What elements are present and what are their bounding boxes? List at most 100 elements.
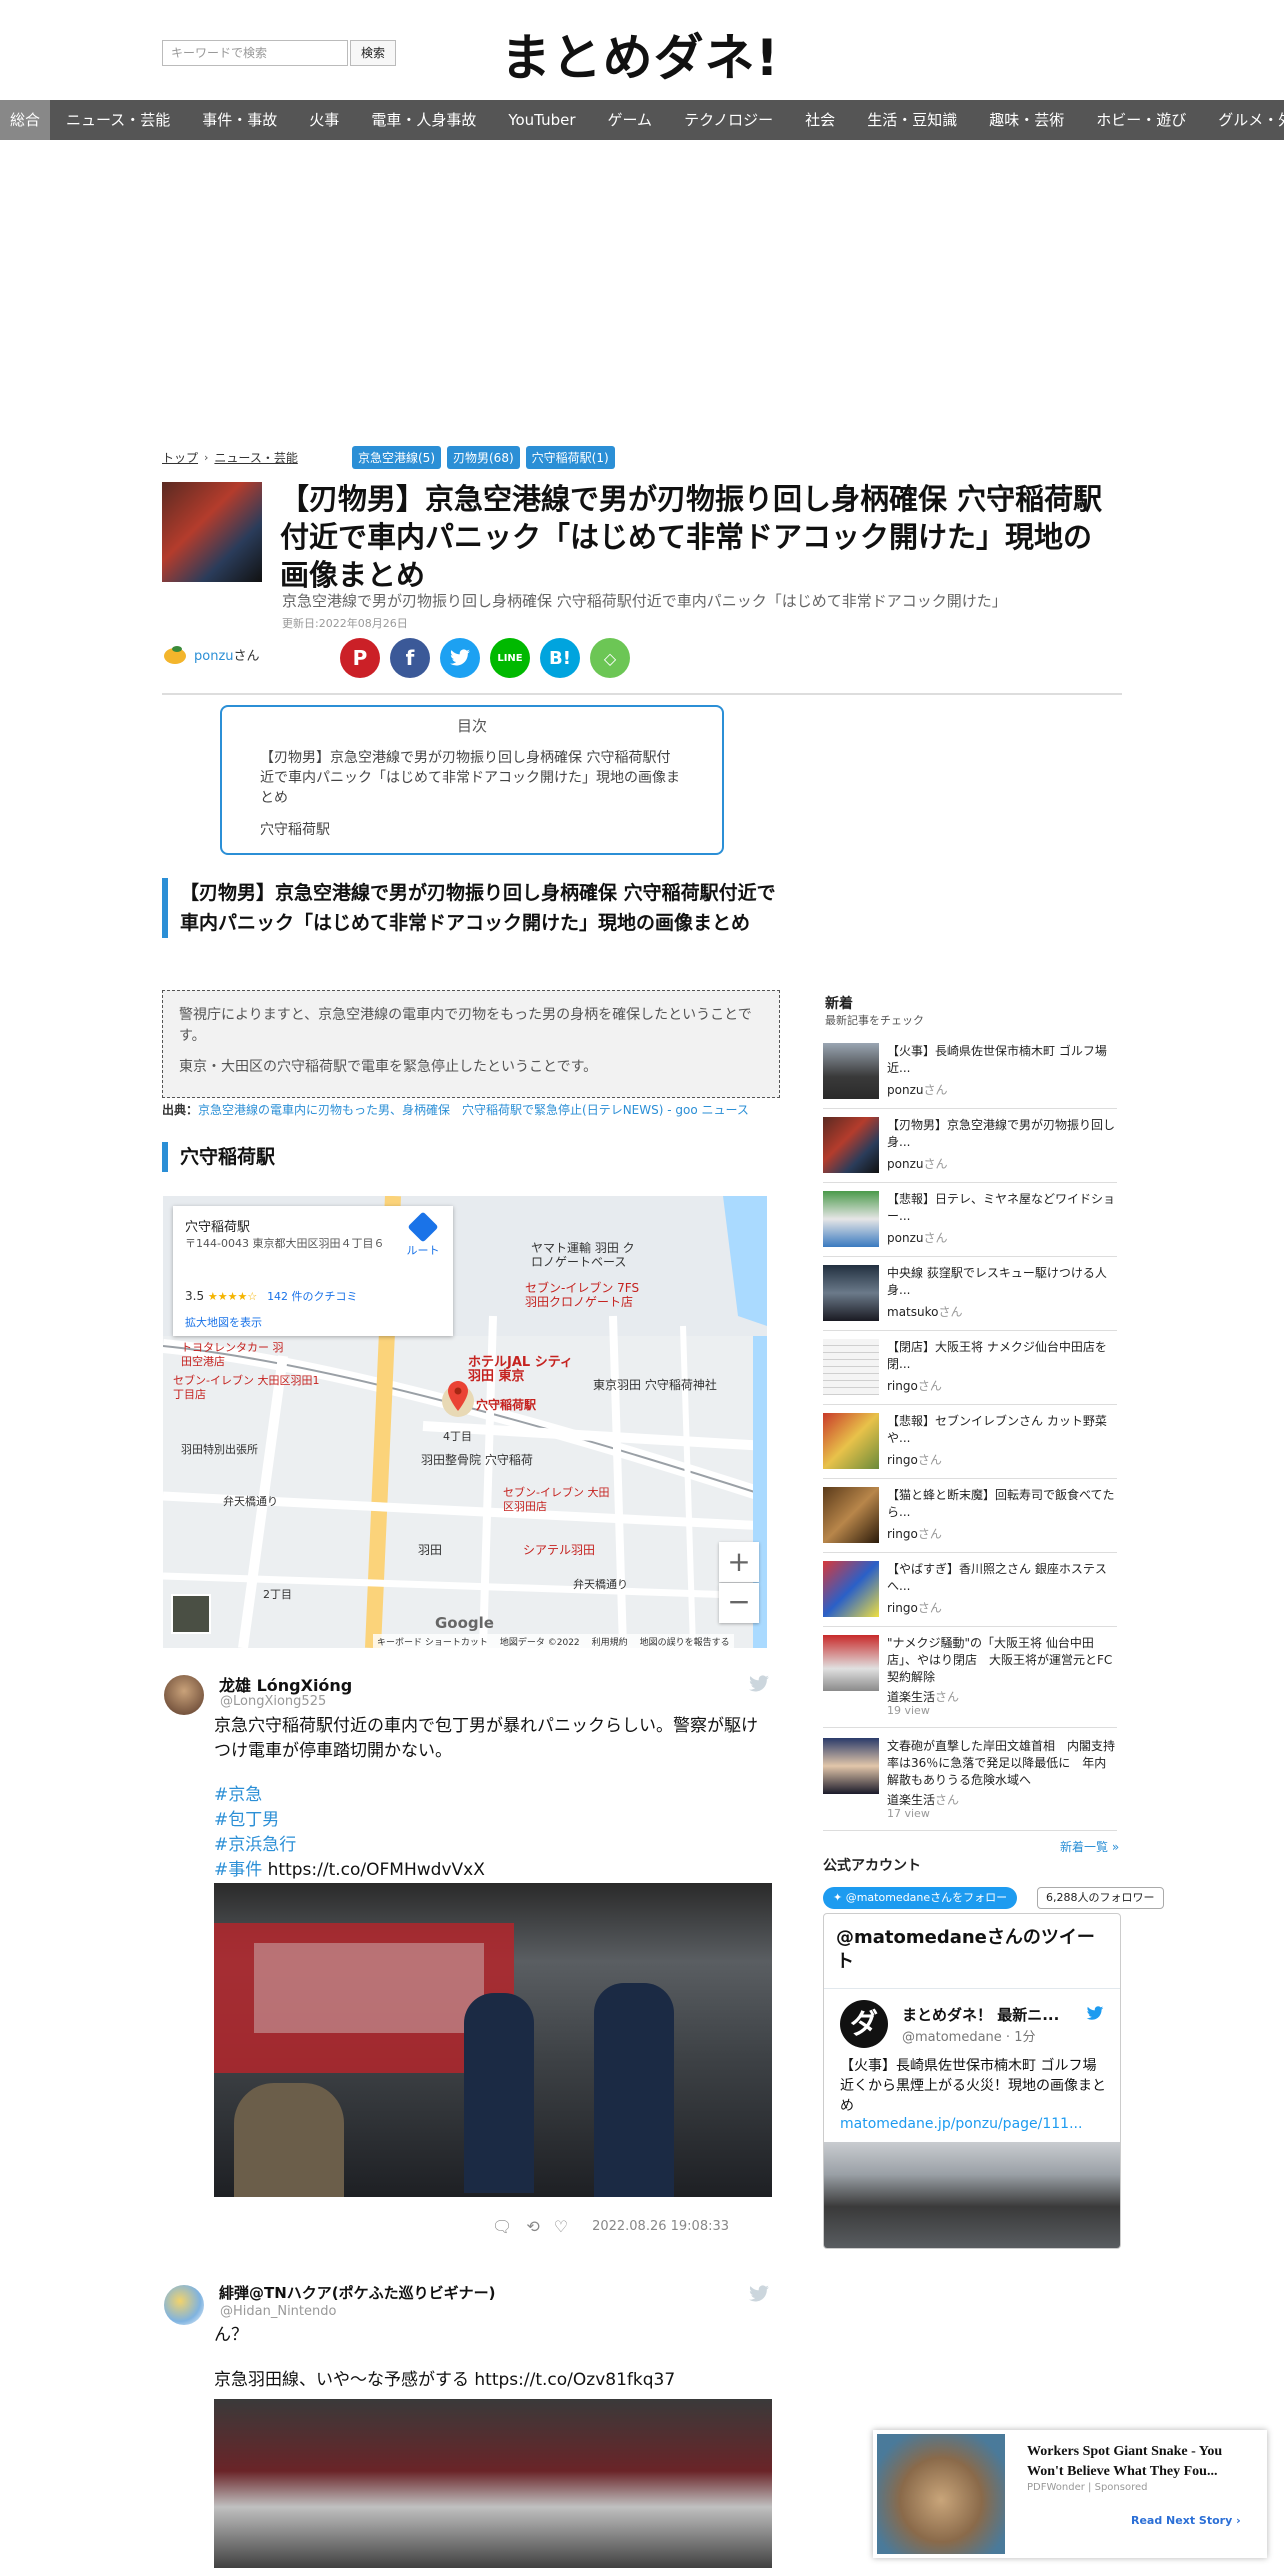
- sidebar-article-title[interactable]: 【猫と蜂と断末魔】回転寿司で飯食べてたら...: [887, 1487, 1115, 1521]
- sponsored-ad[interactable]: Workers Spot Giant Snake - You Won't Bel…: [873, 2430, 1267, 2558]
- sidebar-article[interactable]: 中央線 荻窪駅でレスキュー駆けつける人身... matsukoさん: [823, 1265, 1117, 1331]
- sidebar-article-user[interactable]: ponzu: [887, 1157, 923, 1171]
- tweet-author-name[interactable]: 緋弾@TNハクア(ポケふた巡りビギナー): [219, 2282, 496, 2303]
- sidebar-article-title[interactable]: 【閉店】大阪王将 ナメクジ仙台中田店を閉...: [887, 1339, 1115, 1373]
- facebook-icon[interactable]: f: [390, 638, 430, 678]
- twitter-timeline-widget[interactable]: @matomedaneさんのツイート ダ まとめダネ！ 最新ニ... @mato…: [823, 1913, 1121, 2249]
- toc-item[interactable]: 穴守稲荷駅: [260, 820, 684, 840]
- nav-item-gourmet[interactable]: グルメ・外食: [1202, 100, 1284, 140]
- ad-headline[interactable]: Workers Spot Giant Snake - You Won't Bel…: [1027, 2442, 1257, 2482]
- twitter-bird-icon[interactable]: [748, 2285, 770, 2307]
- sidebar-article-user[interactable]: ringo: [887, 1379, 918, 1393]
- sidebar-article-user[interactable]: ringo: [887, 1527, 918, 1541]
- sidebar-article[interactable]: 【閉店】大阪王将 ナメクジ仙台中田店を閉... ringoさん: [823, 1339, 1117, 1405]
- zoom-out-button[interactable]: −: [719, 1583, 759, 1623]
- nav-item-life[interactable]: 生活・豆知識: [851, 100, 973, 140]
- sidebar-article[interactable]: 【悲報】日テレ、ミヤネ屋などワイドショー... ponzuさん: [823, 1191, 1117, 1257]
- author-name[interactable]: ponzu: [194, 649, 234, 664]
- hashtag[interactable]: #京浜急行: [214, 1833, 774, 1858]
- nav-item-all[interactable]: 総合: [0, 100, 51, 140]
- hatena-icon[interactable]: B!: [540, 638, 580, 678]
- sidebar-article-user[interactable]: ponzu: [887, 1231, 923, 1245]
- more-new-link[interactable]: 新着一覧 »: [1060, 1838, 1119, 1855]
- tweet-photo[interactable]: [214, 1883, 772, 2197]
- sidebar-article[interactable]: 文春砲が直撃した岸田文雄首相 内閣支持率は36％に急落で発足以降最低に 年内解散…: [823, 1738, 1117, 1831]
- reviews-link[interactable]: 142 件のクチコミ: [267, 1290, 358, 1303]
- nav-item-fire[interactable]: 火事: [293, 100, 355, 140]
- map-footer-item[interactable]: 利用規約: [592, 1635, 628, 1648]
- sidebar-article-title[interactable]: 文春砲が直撃した岸田文雄首相 内閣支持率は36％に急落で発足以降最低に 年内解散…: [887, 1738, 1115, 1789]
- nav-item-hobby-art[interactable]: 趣味・芸術: [973, 100, 1080, 140]
- twitter-follow-button[interactable]: ✦ @matomedaneさんをフォロー: [823, 1887, 1018, 1909]
- ad-image[interactable]: [877, 2434, 1005, 2554]
- sidebar-article[interactable]: 【悲報】セブンイレブンさん カット野菜や... ringoさん: [823, 1413, 1117, 1479]
- map-footer-item[interactable]: 地図の誤りを報告する: [640, 1635, 730, 1648]
- sidebar-article[interactable]: 【やばすぎ】香川照之さん 銀座ホステスへ... ringoさん: [823, 1561, 1117, 1627]
- breadcrumb-home[interactable]: トップ: [162, 449, 198, 466]
- tweet-author-handle[interactable]: @Hidan_Nintendo: [220, 2304, 336, 2319]
- sidebar-article-title[interactable]: 【火事】長崎県佐世保市楠木町 ゴルフ場近...: [887, 1043, 1115, 1077]
- nav-item-train[interactable]: 電車・人身事故: [355, 100, 492, 140]
- sidebar-article-user[interactable]: matsuko: [887, 1305, 938, 1319]
- sidebar-article-title[interactable]: 【刃物男】京急空港線で男が刃物振り回し身...: [887, 1117, 1115, 1151]
- like-icon[interactable]: ♡: [554, 2217, 568, 2236]
- widget-tweet-photo[interactable]: [824, 2142, 1120, 2248]
- satellite-toggle[interactable]: [171, 1594, 211, 1634]
- reply-icon[interactable]: 🗨: [492, 2217, 512, 2236]
- enlarge-map-link[interactable]: 拡大地図を表示: [185, 1314, 262, 1330]
- sidebar-article-user[interactable]: ringo: [887, 1453, 918, 1467]
- hashtag[interactable]: #包丁男: [214, 1808, 774, 1833]
- site-logo[interactable]: まとめダネ!: [480, 18, 800, 90]
- twitter-bird-icon[interactable]: [748, 1675, 770, 1697]
- hashtag[interactable]: #事件: [214, 1860, 262, 1880]
- pinterest-icon[interactable]: P: [340, 638, 380, 678]
- nav-item-youtuber[interactable]: YouTuber: [492, 100, 591, 140]
- hashtag[interactable]: #京急: [214, 1783, 774, 1808]
- retweet-icon[interactable]: ⟲: [526, 2217, 539, 2236]
- feedly-icon[interactable]: ◇: [590, 638, 630, 678]
- author[interactable]: ponzuさん: [162, 643, 260, 665]
- widget-account-handle[interactable]: @matomedane · 1分: [902, 2026, 1035, 2045]
- tweet-photo[interactable]: [214, 2399, 772, 2568]
- sidebar-article-user[interactable]: 道楽生活: [887, 1793, 935, 1807]
- widget-account-name[interactable]: まとめダネ！ 最新ニ...: [902, 2004, 1059, 2025]
- nav-item-news[interactable]: ニュース・芸能: [50, 100, 186, 140]
- line-icon[interactable]: LINE: [490, 638, 530, 678]
- tweet-author-handle[interactable]: @LongXiong525: [220, 1694, 326, 1709]
- nav-item-incident[interactable]: 事件・事故: [186, 100, 293, 140]
- widget-avatar[interactable]: ダ: [840, 2000, 888, 2048]
- route-button[interactable]: ルート: [401, 1211, 445, 1258]
- map-footer-item[interactable]: キーボード ショートカット: [377, 1635, 488, 1648]
- follower-count[interactable]: 6,288人のフォロワー: [1037, 1887, 1164, 1909]
- ad-cta[interactable]: Read Next Story ›: [1131, 2514, 1241, 2527]
- search-button[interactable]: 検索: [350, 40, 396, 66]
- nav-item-game[interactable]: ゲーム: [592, 100, 669, 140]
- search-input[interactable]: キーワードで検索: [162, 40, 348, 66]
- twitter-icon[interactable]: [440, 638, 480, 678]
- breadcrumb-category[interactable]: ニュース・芸能: [214, 449, 297, 466]
- tag-anamori[interactable]: 穴守稲荷駅(1): [525, 446, 615, 469]
- sidebar-article-title[interactable]: 中央線 荻窪駅でレスキュー駆けつける人身...: [887, 1265, 1115, 1299]
- sidebar-article[interactable]: "ナメクジ騒動"の「大阪王将 仙台中田店」、やはり閉店 大阪王将が運営元とFC契…: [823, 1635, 1117, 1728]
- sidebar-article[interactable]: 【刃物男】京急空港線で男が刃物振り回し身... ponzuさん: [823, 1117, 1117, 1183]
- twitter-bird-icon[interactable]: [1086, 2006, 1104, 2025]
- sidebar-article-title[interactable]: 【やばすぎ】香川照之さん 銀座ホステスへ...: [887, 1561, 1115, 1595]
- widget-tweet-link[interactable]: matomedane.jp/ponzu/page/111...: [840, 2116, 1082, 2132]
- google-map[interactable]: 穴守稲荷駅 ホテルJAL シティ羽田 東京 ヤマト運輸 羽田 クロノゲートベース…: [163, 1196, 767, 1648]
- sidebar-article-user[interactable]: ponzu: [887, 1083, 923, 1097]
- nav-item-hobby-play[interactable]: ホビー・遊び: [1080, 100, 1202, 140]
- nav-item-tech[interactable]: テクノロジー: [668, 100, 789, 140]
- sidebar-article[interactable]: 【猫と蜂と断末魔】回転寿司で飯食べてたら... ringoさん: [823, 1487, 1117, 1553]
- toc-item[interactable]: 【刃物男】京急空港線で男が刃物振り回し身柄確保 穴守稲荷駅付近で車内パニック「は…: [260, 748, 684, 808]
- sidebar-article-title[interactable]: 【悲報】セブンイレブンさん カット野菜や...: [887, 1413, 1115, 1447]
- tweet-timestamp[interactable]: 2022.08.26 19:08:33: [592, 2219, 729, 2234]
- sidebar-article[interactable]: 【火事】長崎県佐世保市楠木町 ゴルフ場近... ponzuさん: [823, 1043, 1117, 1109]
- sidebar-article-title[interactable]: "ナメクジ騒動"の「大阪王将 仙台中田店」、やはり閉店 大阪王将が運営元とFC契…: [887, 1635, 1115, 1686]
- sidebar-article-user[interactable]: ringo: [887, 1601, 918, 1615]
- sidebar-article-user[interactable]: 道楽生活: [887, 1690, 935, 1704]
- avatar[interactable]: [164, 1675, 204, 1715]
- tag-keikyu[interactable]: 京急空港線(5): [352, 446, 441, 469]
- zoom-in-button[interactable]: +: [719, 1542, 759, 1582]
- tag-knife-man[interactable]: 刃物男(68): [447, 446, 520, 469]
- sidebar-article-title[interactable]: 【悲報】日テレ、ミヤネ屋などワイドショー...: [887, 1191, 1115, 1225]
